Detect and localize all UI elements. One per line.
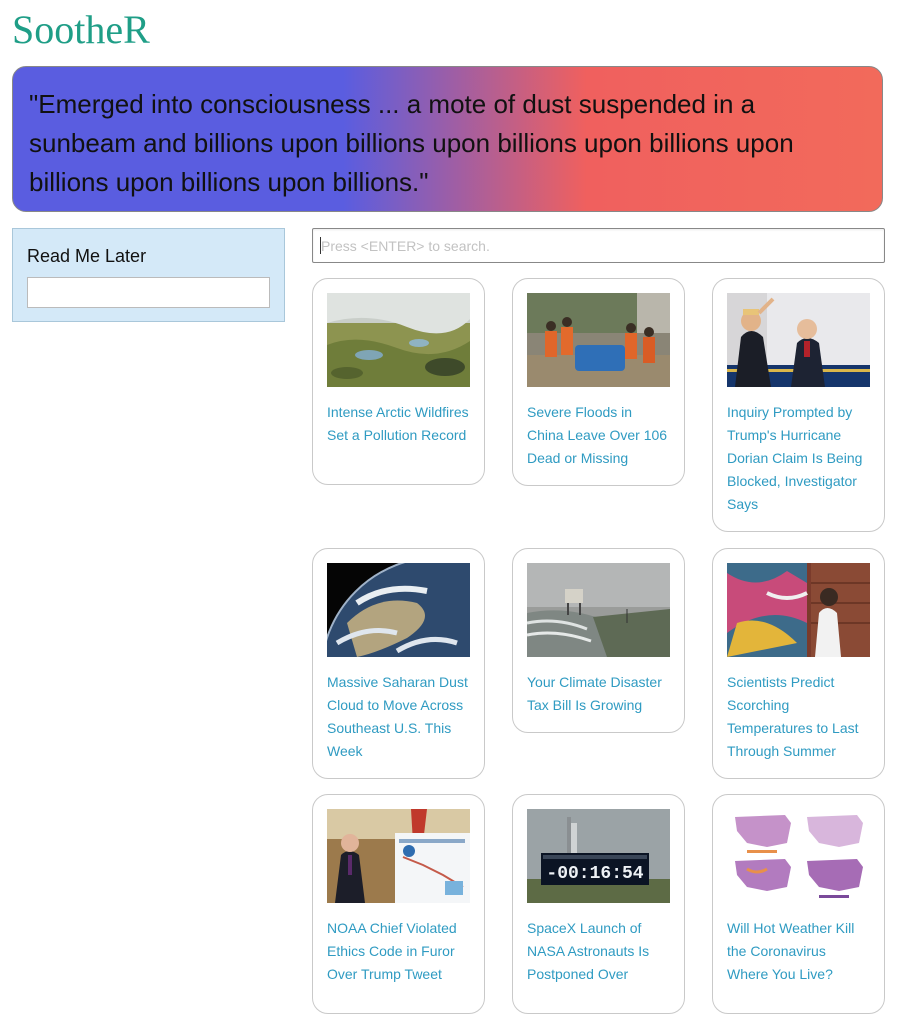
- countdown-clock-image[interactable]: -00:16:54: [527, 809, 670, 903]
- article-card[interactable]: Intense Arctic Wildfires Set a Pollution…: [312, 278, 485, 485]
- flood-rescue-image[interactable]: [527, 293, 670, 387]
- article-card[interactable]: Your Climate Disaster Tax Bill Is Growin…: [512, 548, 685, 733]
- article-card[interactable]: Inquiry Prompted by Trump's Hurricane Do…: [712, 278, 885, 532]
- quote-banner: "Emerged into consciousness ... a mote o…: [12, 66, 883, 212]
- article-card[interactable]: Scientists Predict Scorching Temperature…: [712, 548, 885, 779]
- article-title[interactable]: Your Climate Disaster Tax Bill Is Growin…: [527, 671, 670, 717]
- article-card[interactable]: Will Hot Weather Kill the Coronavirus Wh…: [712, 794, 885, 1014]
- countdown-clock-display: -00:16:54: [546, 864, 643, 884]
- article-card[interactable]: NOAA Chief Violated Ethics Code in Furor…: [312, 794, 485, 1014]
- storm-coast-image[interactable]: [527, 563, 670, 657]
- article-title[interactable]: Severe Floods in China Leave Over 106 De…: [527, 401, 670, 470]
- us-heat-maps-image[interactable]: [727, 809, 870, 903]
- earth-image[interactable]: [327, 563, 470, 657]
- article-title[interactable]: Inquiry Prompted by Trump's Hurricane Do…: [727, 401, 870, 516]
- trump-official-image[interactable]: [727, 293, 870, 387]
- article-card[interactable]: Severe Floods in China Leave Over 106 De…: [512, 278, 685, 486]
- arctic-wildfire-image[interactable]: [327, 293, 470, 387]
- read-later-panel: Read Me Later: [12, 228, 285, 322]
- article-title[interactable]: Massive Saharan Dust Cloud to Move Acros…: [327, 671, 470, 763]
- article-title[interactable]: Scientists Predict Scorching Temperature…: [727, 671, 870, 763]
- read-later-dropzone[interactable]: [27, 277, 270, 308]
- quote-text: "Emerged into consciousness ... a mote o…: [29, 89, 794, 197]
- read-later-title: Read Me Later: [27, 246, 147, 266]
- article-card[interactable]: Massive Saharan Dust Cloud to Move Acros…: [312, 548, 485, 779]
- search-input[interactable]: [312, 228, 885, 263]
- text-cursor: [320, 237, 321, 254]
- article-title[interactable]: Intense Arctic Wildfires Set a Pollution…: [327, 401, 470, 447]
- noaa-chart-image[interactable]: [327, 809, 470, 903]
- article-card[interactable]: -00:16:54 SpaceX Launch of NASA Astronau…: [512, 794, 685, 1014]
- app-logo[interactable]: SootheR: [12, 6, 150, 54]
- mural-heat-image[interactable]: [727, 563, 870, 657]
